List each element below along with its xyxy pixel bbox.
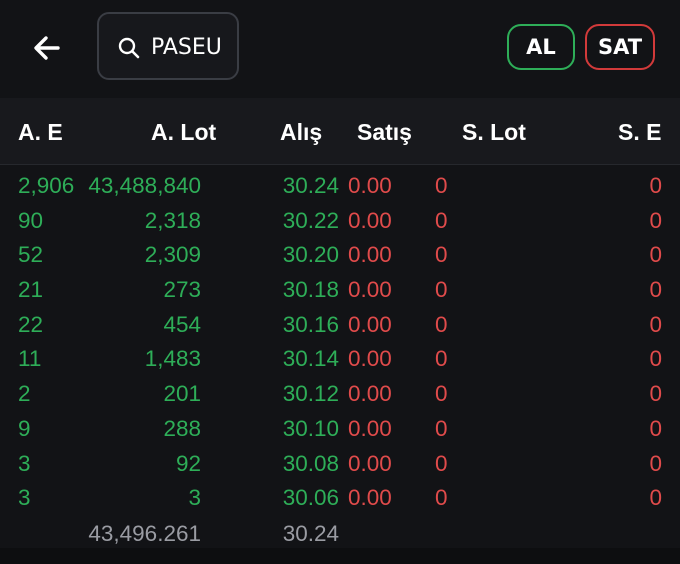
sell-orders-cell: 0	[649, 346, 662, 372]
bid-price-cell: 30.08	[282, 450, 339, 476]
buy-lots-cell: 1,483	[144, 346, 201, 372]
buy-orders-cell: 9	[18, 415, 31, 441]
ask-price-cell: 0.00	[348, 415, 392, 441]
sell-orders-cell: 0	[649, 485, 662, 511]
sell-orders-cell: 0	[649, 207, 662, 233]
bid-price-cell: 30.16	[282, 311, 339, 337]
column-header-ask-price: Satış	[357, 119, 412, 145]
sell-orders-cell: 0	[649, 450, 662, 476]
sell-orders-cell: 0	[649, 311, 662, 337]
buy-lots-cell: 273	[163, 277, 201, 303]
table-row: 3 92 30.08 0.00 0 0	[0, 446, 680, 481]
bid-price-cell: 30.18	[282, 277, 339, 303]
buy-lots-cell: 3	[188, 485, 201, 511]
column-header-sell-lots: S. Lot	[462, 119, 526, 145]
bid-price-cell: 30.14	[282, 346, 339, 372]
ask-price-cell: 0.00	[348, 242, 392, 268]
table-row: 22 454 30.16 0.00 0 0	[0, 307, 680, 342]
top-bar: PASEU AL SAT	[0, 0, 680, 98]
buy-orders-cell: 2	[18, 381, 31, 407]
table-row: 90 2,318 30.22 0.00 0 0	[0, 203, 680, 238]
back-button[interactable]	[28, 28, 68, 68]
total-bid-price: 30.24	[282, 521, 339, 546]
sell-lots-cell: 0	[435, 207, 448, 233]
sell-lots-cell: 0	[435, 277, 448, 303]
buy-lots-cell: 2,318	[144, 207, 201, 233]
total-buy-lots: 43,496.261	[88, 521, 201, 546]
order-book-rows: 2,906 43,488,840 30.24 0.00 0 0 90 2,318…	[0, 168, 680, 515]
table-row: 9 288 30.10 0.00 0 0	[0, 411, 680, 446]
column-header-buy-lots: A. Lot	[151, 119, 217, 145]
buy-lots-cell: 201	[163, 381, 201, 407]
sell-lots-cell: 0	[435, 346, 448, 372]
buy-orders-cell: 90	[18, 207, 44, 233]
totals-row: 43,496.261 30.24	[0, 516, 680, 550]
table-row: 52 2,309 30.20 0.00 0 0	[0, 237, 680, 272]
symbol-search-box[interactable]: PASEU	[97, 12, 239, 80]
column-header-bid-price: Alış	[280, 119, 323, 145]
buy-button[interactable]: AL	[507, 24, 575, 70]
sell-lots-cell: 0	[435, 242, 448, 268]
ask-price-cell: 0.00	[348, 346, 392, 372]
bottom-edge	[0, 548, 680, 564]
buy-orders-cell: 3	[18, 485, 31, 511]
ask-price-cell: 0.00	[348, 173, 392, 198]
arrow-left-icon	[34, 36, 60, 60]
sell-button[interactable]: SAT	[585, 24, 655, 70]
table-row: 11 1,483 30.14 0.00 0 0	[0, 341, 680, 376]
buy-orders-cell: 22	[18, 311, 44, 337]
buy-lots-cell: 2,309	[144, 242, 201, 268]
ask-price-cell: 0.00	[348, 450, 392, 476]
sell-orders-cell: 0	[649, 381, 662, 407]
search-icon	[118, 37, 140, 59]
sell-lots-cell: 0	[435, 173, 448, 198]
sell-lots-cell: 0	[435, 485, 448, 511]
ask-price-cell: 0.00	[348, 207, 392, 233]
bid-price-cell: 30.20	[282, 242, 339, 268]
bid-price-cell: 30.24	[282, 173, 339, 198]
ask-price-cell: 0.00	[348, 381, 392, 407]
buy-lots-cell: 454	[163, 311, 201, 337]
ask-price-cell: 0.00	[348, 485, 392, 511]
bid-price-cell: 30.10	[282, 415, 339, 441]
table-row: 21 273 30.18 0.00 0 0	[0, 272, 680, 307]
buy-orders-cell: 11	[18, 346, 42, 372]
bid-price-cell: 30.22	[282, 207, 339, 233]
sell-lots-cell: 0	[435, 415, 448, 441]
table-row: 2 201 30.12 0.00 0 0	[0, 376, 680, 411]
column-header-buy-orders: A. E	[18, 119, 63, 145]
sell-lots-cell: 0	[435, 450, 448, 476]
buy-orders-cell: 21	[18, 277, 44, 303]
buy-orders-cell: 2,906	[18, 173, 75, 198]
ask-price-cell: 0.00	[348, 277, 392, 303]
sell-orders-cell: 0	[649, 415, 662, 441]
buy-lots-cell: 43,488,840	[88, 173, 201, 198]
column-header-sell-orders: S. E	[618, 119, 662, 145]
buy-lots-cell: 92	[175, 450, 201, 476]
buy-orders-cell: 52	[18, 242, 44, 268]
bid-price-cell: 30.12	[282, 381, 339, 407]
order-book-header: A. E A. Lot Alış Satış S. Lot S. E	[0, 98, 680, 165]
sell-orders-cell: 0	[649, 173, 662, 198]
table-row: 2,906 43,488,840 30.24 0.00 0 0	[0, 168, 680, 203]
sell-lots-cell: 0	[435, 381, 448, 407]
sell-lots-cell: 0	[435, 311, 448, 337]
buy-lots-cell: 288	[163, 415, 201, 441]
symbol-search-value: PASEU	[151, 35, 222, 60]
sell-orders-cell: 0	[649, 277, 662, 303]
sell-orders-cell: 0	[649, 242, 662, 268]
table-row: 3 3 30.06 0.00 0 0	[0, 480, 680, 515]
ask-price-cell: 0.00	[348, 311, 392, 337]
bid-price-cell: 30.06	[282, 485, 339, 511]
buy-orders-cell: 3	[18, 450, 31, 476]
